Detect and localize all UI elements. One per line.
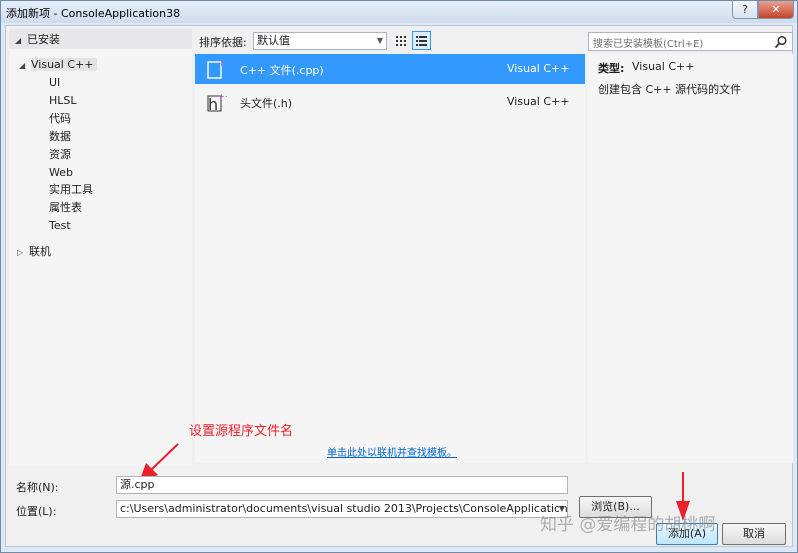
template-item-cpp[interactable]: ++ C++ 文件(.cpp) Visual C++	[195, 54, 585, 84]
close-button[interactable]: ✕	[758, 1, 794, 19]
tree-item-label: Visual C++	[31, 58, 98, 71]
tree-item-hlsl[interactable]: HLSL	[49, 92, 77, 109]
type-label: 类型:	[598, 62, 625, 75]
online-templates-link[interactable]: 单击此处以联机并查找模板。	[327, 444, 457, 459]
add-new-item-dialog: 添加新项 - ConsoleApplication38 ? ✕ ◢ 已安装 ◢ Vi…	[0, 0, 798, 553]
template-description: 创建包含 C++ 源代码的文件	[598, 83, 742, 96]
tree-item-online[interactable]: ▷ 联机	[17, 243, 51, 260]
watermark: 知乎 @爱编程的胡桃啊	[540, 515, 716, 535]
chevron-down-icon: ▼	[376, 36, 383, 45]
tree-item-visual-cpp[interactable]: ◢ Visual C++	[19, 56, 98, 74]
grid-view-icon	[396, 36, 406, 46]
dialog-body: ◢ 已安装 ◢ Visual C++ UI HLSL 代码 数据 资源 Web 实用…	[5, 25, 793, 547]
tree-item-property-sheet[interactable]: 属性表	[49, 199, 82, 216]
sort-dropdown[interactable]: 默认值 ▼	[253, 32, 387, 50]
name-label: 名称(N):	[16, 481, 59, 494]
location-label: 位置(L):	[16, 505, 57, 518]
tree-item-utility[interactable]: 实用工具	[49, 181, 93, 198]
svg-text:h: h	[208, 95, 218, 113]
template-category-tree: ◢ 已安装 ◢ Visual C++ UI HLSL 代码 数据 资源 Web 实用…	[9, 29, 192, 466]
grid-view-button[interactable]	[391, 31, 410, 50]
tree-item-ui[interactable]: UI	[49, 74, 60, 91]
tree-item-test[interactable]: Test	[49, 217, 71, 234]
tree-item-data[interactable]: 数据	[49, 128, 71, 145]
template-list: ++ C++ 文件(.cpp) Visual C++ h ++ 头文件(.h) …	[195, 54, 585, 463]
template-language: Visual C++	[507, 62, 570, 75]
template-language: Visual C++	[507, 95, 570, 108]
tree-header-label: 已安装	[27, 33, 60, 46]
help-button[interactable]: ?	[732, 1, 758, 19]
search-placeholder: 搜索已安装模板(Ctrl+E)	[593, 39, 704, 50]
collapse-triangle-icon[interactable]: ◢	[15, 32, 27, 49]
list-view-button[interactable]	[412, 31, 431, 50]
expand-triangle-icon[interactable]: ◢	[19, 57, 31, 74]
annotation-text: 设置源程序文件名	[189, 424, 294, 439]
tree-item-label: 联机	[29, 245, 51, 258]
tree-item-code[interactable]: 代码	[49, 110, 71, 127]
template-name: 头文件(.h)	[240, 97, 293, 110]
location-value: c:\Users\administrator\documents\visual …	[120, 502, 568, 515]
tree-header-installed[interactable]: ◢ 已安装	[9, 29, 192, 49]
name-field[interactable]: 源.cpp	[116, 476, 568, 494]
cpp-file-icon: ++	[207, 59, 227, 79]
expand-triangle-icon[interactable]: ▷	[17, 244, 29, 261]
location-field[interactable]: c:\Users\administrator\documents\visual …	[116, 500, 568, 518]
svg-text:++: ++	[218, 59, 227, 68]
title-bar[interactable]: 添加新项 - ConsoleApplication38 ? ✕	[1, 1, 797, 23]
svg-text:++: ++	[218, 92, 227, 101]
template-details-panel: 类型: Visual C++ 创建包含 C++ 源代码的文件	[588, 54, 793, 463]
tree-item-resource[interactable]: 资源	[49, 146, 71, 163]
list-view-icon	[416, 36, 427, 46]
search-input[interactable]: 搜索已安装模板(Ctrl+E)	[588, 32, 793, 51]
sort-label: 排序依据:	[199, 36, 247, 49]
sort-value: 默认值	[257, 34, 290, 47]
type-value: Visual C++	[632, 60, 695, 73]
window-title: 添加新项 - ConsoleApplication38	[6, 7, 181, 20]
template-item-header[interactable]: h ++ 头文件(.h) Visual C++	[195, 87, 585, 117]
search-icon[interactable]	[774, 35, 788, 49]
cancel-button[interactable]: 取消	[722, 523, 786, 545]
header-file-icon: h ++	[207, 92, 227, 113]
template-name: C++ 文件(.cpp)	[240, 64, 324, 77]
tree-item-web[interactable]: Web	[49, 164, 73, 181]
